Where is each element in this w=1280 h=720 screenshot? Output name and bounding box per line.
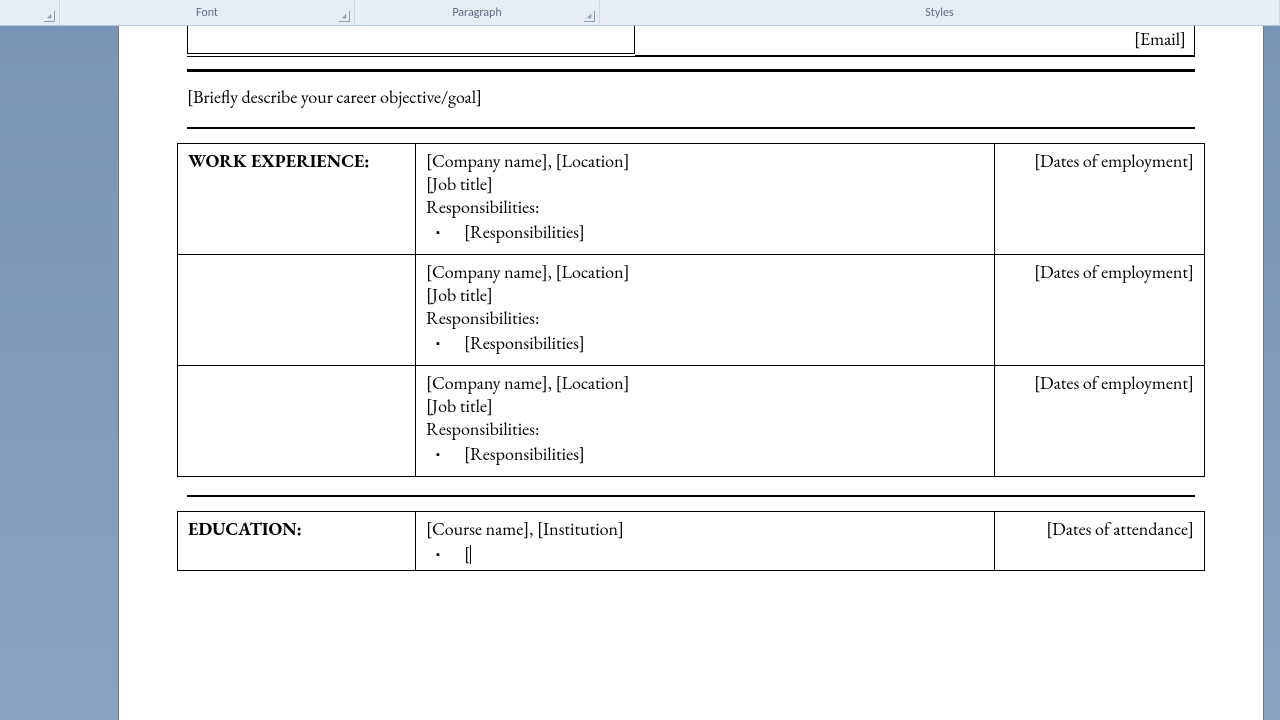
company-placeholder[interactable]: [Company name], [Location]: [426, 150, 984, 173]
section-label-empty[interactable]: [178, 366, 416, 477]
section-rule: [187, 495, 1195, 497]
responsibility-bullet[interactable]: [Responsibilities]: [464, 221, 984, 244]
dates-placeholder[interactable]: [Dates of employment]: [995, 144, 1205, 255]
course-placeholder[interactable]: [Course name], [Institution]: [426, 518, 984, 541]
jobtitle-placeholder[interactable]: [Job title]: [426, 284, 984, 307]
responsibility-bullet[interactable]: [Responsibilities]: [464, 443, 984, 466]
name-cell[interactable]: [Your name]: [187, 26, 635, 54]
responsibilities-label[interactable]: Responsibilities:: [426, 307, 984, 330]
education-bullet[interactable]: [: [464, 543, 984, 566]
document-area[interactable]: [Your name] [Email] [Briefly describe yo…: [0, 26, 1280, 720]
responsibility-bullet[interactable]: [Responsibilities]: [464, 332, 984, 355]
dates-placeholder[interactable]: [Dates of employment]: [995, 366, 1205, 477]
email-placeholder[interactable]: [Email]: [1134, 28, 1186, 51]
section-label-empty[interactable]: [178, 255, 416, 366]
ribbon-group-styles: Styles: [600, 0, 1280, 25]
table-row[interactable]: [Company name], [Location] [Job title] R…: [178, 366, 1205, 477]
dates-placeholder[interactable]: [Dates of employment]: [995, 255, 1205, 366]
header-row: [Your name] [Email]: [187, 26, 1195, 57]
page[interactable]: [Your name] [Email] [Briefly describe yo…: [118, 26, 1264, 720]
ribbon-group-label: Paragraph: [452, 6, 501, 20]
work-experience-table[interactable]: WORK EXPERIENCE: [Company name], [Locati…: [177, 143, 1205, 477]
table-row[interactable]: WORK EXPERIENCE: [Company name], [Locati…: [178, 144, 1205, 255]
contact-cell[interactable]: [Email]: [635, 26, 1195, 56]
thick-rule: [187, 69, 1195, 72]
dialog-launcher-icon[interactable]: [339, 11, 350, 22]
responsibilities-label[interactable]: Responsibilities:: [426, 418, 984, 441]
ribbon-group-paragraph: Paragraph: [355, 0, 600, 25]
jobtitle-placeholder[interactable]: [Job title]: [426, 395, 984, 418]
ribbon-group-clipboard: [0, 0, 60, 25]
table-row[interactable]: EDUCATION: [Course name], [Institution] …: [178, 512, 1205, 571]
work-detail-cell[interactable]: [Company name], [Location] [Job title] R…: [416, 144, 995, 255]
dialog-launcher-icon[interactable]: [584, 11, 595, 22]
objective-placeholder[interactable]: [Briefly describe your career objective/…: [187, 86, 1195, 109]
work-detail-cell[interactable]: [Company name], [Location] [Job title] R…: [416, 255, 995, 366]
jobtitle-placeholder[interactable]: [Job title]: [426, 173, 984, 196]
company-placeholder[interactable]: [Company name], [Location]: [426, 261, 984, 284]
section-rule: [187, 127, 1195, 129]
education-detail-cell[interactable]: [Course name], [Institution] [: [416, 512, 995, 571]
ribbon-group-label: Font: [196, 6, 218, 20]
responsibilities-label[interactable]: Responsibilities:: [426, 196, 984, 219]
section-label[interactable]: WORK EXPERIENCE:: [178, 144, 416, 255]
work-detail-cell[interactable]: [Company name], [Location] [Job title] R…: [416, 366, 995, 477]
text-cursor[interactable]: [: [464, 543, 470, 566]
ribbon-group-label: Styles: [925, 6, 953, 20]
ribbon-group-font: Font: [60, 0, 355, 25]
section-label[interactable]: EDUCATION:: [178, 512, 416, 571]
education-table[interactable]: EDUCATION: [Course name], [Institution] …: [177, 511, 1205, 571]
dialog-launcher-icon[interactable]: [44, 11, 55, 22]
company-placeholder[interactable]: [Company name], [Location]: [426, 372, 984, 395]
table-row[interactable]: [Company name], [Location] [Job title] R…: [178, 255, 1205, 366]
dates-placeholder[interactable]: [Dates of attendance]: [995, 512, 1205, 571]
ribbon-group-labels: Font Paragraph Styles: [0, 0, 1280, 26]
